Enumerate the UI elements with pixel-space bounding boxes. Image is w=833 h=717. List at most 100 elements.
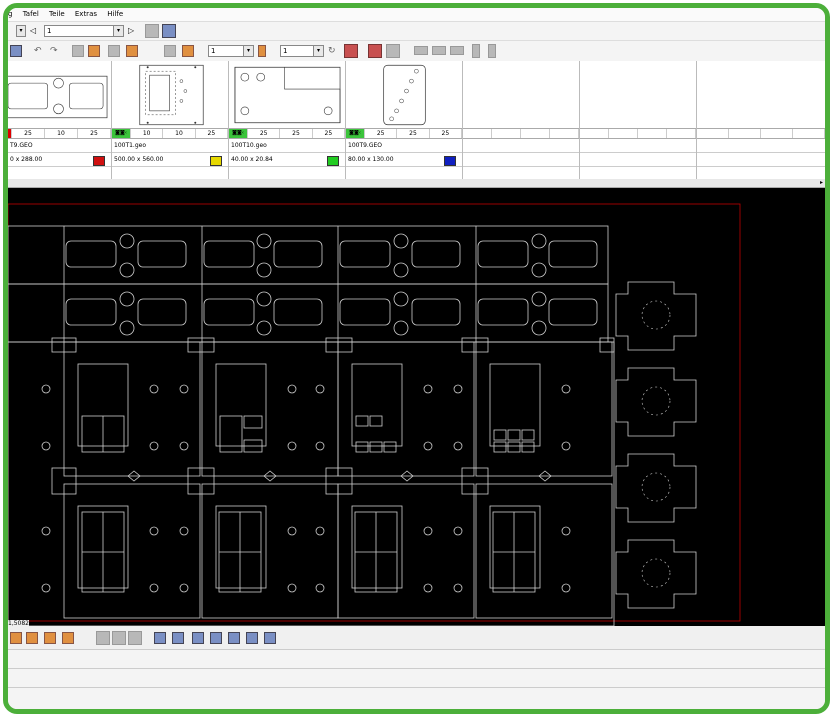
scroll-right-icon[interactable]: ▸ [820,179,823,187]
part-dims: 500.00 x 560.00 [114,156,164,163]
quantity-row [463,128,579,139]
toolbar-icon-partial[interactable] [10,45,22,57]
sheet-settings-icon[interactable] [344,44,358,58]
rotation-combo[interactable]: 1 ▾ [208,45,254,57]
view-sheet-icon[interactable] [112,631,126,645]
layout-h2-icon[interactable] [432,46,446,55]
move-up-icon[interactable] [192,632,204,644]
part-name: 100T1.geo [112,139,228,153]
top-part-row-1 [8,225,609,343]
menu-bar: g Tafel Teile Extras Hilfe [8,8,825,22]
layout-h3-icon[interactable] [450,46,464,55]
part-dims-row [463,153,579,167]
sheet-boundary [8,203,741,622]
bottom-toolbar [8,627,825,650]
status-bar-1 [8,650,825,669]
align-icon[interactable] [164,45,176,57]
part-name [580,139,696,153]
rotate-icon[interactable] [108,45,120,57]
move-down-icon[interactable] [210,632,222,644]
rotation-combo-value: 1 [211,47,216,55]
pick-icon[interactable] [258,45,266,57]
parts-strip: 25 10 25 T9.GEO 0 x 288.00 ◙◙‹ 10 10 25 … [8,61,825,180]
move-left-icon[interactable] [172,632,184,644]
qty-cell: 25 [196,129,228,138]
zoom-all-icon[interactable] [62,632,74,644]
menu-item-tafel[interactable]: Tafel [23,8,39,21]
zoom-in-icon[interactable] [10,632,22,644]
part-tile-empty[interactable] [580,61,697,179]
mirror-icon[interactable] [126,45,138,57]
report-icon[interactable] [368,44,382,58]
part-dims-row [697,153,825,167]
page-number-field[interactable]: 1 ▾ [44,25,124,37]
part-name [463,139,579,153]
layout-v1-icon[interactable] [472,44,480,58]
copy-sheet-icon[interactable] [386,44,400,58]
parts-strip-scrollbar[interactable]: ▸ [8,179,825,188]
part-thumbnail-100t10 [234,66,341,124]
status-marker-green: ◙◙‹ [112,129,131,138]
page-dropdown-arrow[interactable]: ▾ [16,25,26,37]
part-name [697,139,825,153]
layout-v2-icon[interactable] [488,44,496,58]
count-combo[interactable]: 1 ▾ [280,45,324,57]
place-part-icon[interactable] [72,45,84,57]
sheet-list-icon[interactable] [145,24,159,38]
status-marker-green: ◙◙‹ [229,129,248,138]
part-color-swatch [210,156,222,166]
page-number-value: 1 [47,27,52,35]
octagon-part-column [615,281,697,609]
toolbar-navigation: ▾ ◁ 1 ▾ ▷ [8,22,825,41]
part-tile[interactable]: ◙◙‹ 25 25 25 100T9.GEO 80.00 x 130.00 [346,61,463,179]
view-parts-icon[interactable] [96,631,110,645]
menu-item-teile[interactable]: Teile [49,8,65,21]
quantity-row: ◙◙‹ 10 10 25 [112,128,228,139]
part-tile[interactable]: 25 10 25 T9.GEO 0 x 288.00 [8,61,112,179]
qty-cell: 10 [163,129,196,138]
part-thumbnail-t9 [8,75,108,119]
next-page-icon[interactable]: ▷ [128,25,140,37]
part-tile-empty[interactable] [697,61,825,179]
layout-h1-icon[interactable] [414,46,428,55]
part-thumbnail-100t9 [383,64,426,126]
status-bar-2 [8,669,825,688]
qty-cell: 25 [397,129,430,138]
menu-item-hilfe[interactable]: Hilfe [107,8,123,21]
zoom-window-icon[interactable] [44,632,56,644]
part-dims-row: 40.00 x 20.84 [229,153,345,167]
part-dims-row: 80.00 x 130.00 [346,153,462,167]
menu-item-file-partial[interactable]: g [8,8,12,21]
menu-item-extras[interactable]: Extras [75,8,97,21]
undo-icon[interactable]: ↶ [34,45,46,57]
rotate-part-icon[interactable] [264,632,276,644]
zoom-out-icon[interactable] [26,632,38,644]
qty-cell: 10 [131,129,164,138]
prev-page-icon[interactable]: ◁ [30,25,42,37]
nesting-canvas[interactable] [8,188,825,626]
part-dims-row [580,153,696,167]
app-frame: g Tafel Teile Extras Hilfe ▾ ◁ 1 ▾ ▷ ↶ ↷ … [3,3,830,714]
part-tile[interactable]: ◙◙‹ 10 10 25 100T1.geo 500.00 x 560.00 [112,61,229,179]
refresh-icon[interactable]: ↻ [328,45,340,57]
part-color-swatch [444,156,456,166]
move-part-icon[interactable] [154,632,166,644]
redo-icon[interactable]: ↷ [50,45,62,57]
part-tile[interactable]: ◙◙‹ 25 25 25 100T10.geo 40.00 x 20.84 [229,61,346,179]
part-dims-row: 0 x 288.00 [8,153,111,167]
qty-cell: 25 [248,129,281,138]
main-part-grid [8,337,615,626]
measure-icon[interactable] [246,632,258,644]
sheet-grid-icon[interactable] [162,24,176,38]
count-combo-value: 1 [283,47,288,55]
view-measure-icon[interactable] [128,631,142,645]
qty-cell: 25 [78,129,111,138]
toolbar-main: ↶ ↷ 1 ▾ 1 ▾ ↻ [8,41,825,62]
place-all-icon[interactable] [88,45,100,57]
status-bar-3 [8,688,825,709]
qty-cell: 25 [365,129,398,138]
snap-icon[interactable] [228,632,240,644]
part-tile-empty[interactable] [463,61,580,179]
distribute-icon[interactable] [182,45,194,57]
part-color-swatch [93,156,105,166]
